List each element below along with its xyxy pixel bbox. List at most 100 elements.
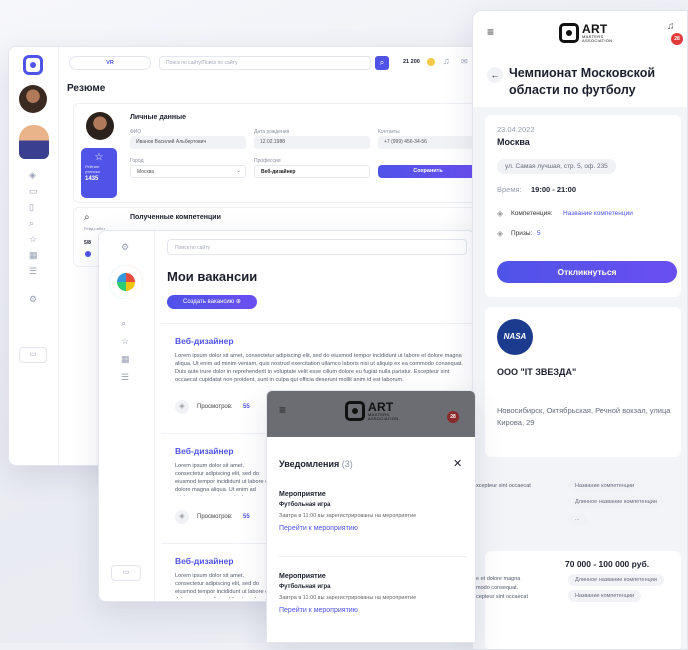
competence-chip: Название компетенции <box>568 480 642 492</box>
settings-icon[interactable]: ⚙ <box>29 295 37 304</box>
notification-link[interactable]: Перейти к мероприятию <box>279 607 467 614</box>
event-time: 19:00 - 21:00 <box>531 185 577 194</box>
personal-data-heading: Личные данные <box>130 114 186 121</box>
city-select[interactable]: Москва <box>130 165 246 178</box>
calendar-icon[interactable]: ▦ <box>121 355 130 364</box>
mail-icon[interactable]: ✉ <box>461 57 468 66</box>
competence-chip: Длинное название компетенции <box>568 496 664 508</box>
company-logo <box>109 265 143 299</box>
cards-icon[interactable]: ▭ <box>29 187 38 196</box>
fio-field[interactable]: Иванов Василий Альбертович <box>130 136 246 149</box>
notification-desc: Завтра в 11:00 вы зарегистрированы на ме… <box>279 513 417 519</box>
vacancy-text: Lorem ipsum dolor sit amet, consectetur … <box>175 573 270 598</box>
competence-label: Компетенция: <box>511 210 553 217</box>
app-logo-icon[interactable] <box>23 55 43 75</box>
chevron-down-icon: ⌄ <box>236 168 242 174</box>
profession-label: Профессия <box>254 158 281 164</box>
vacancy-title[interactable]: Веб-дизайнер <box>175 336 234 346</box>
graduation-icon: ◈ <box>175 510 189 524</box>
save-button[interactable]: Сохранить <box>378 165 478 178</box>
search-doc-icon[interactable]: ⌕ <box>29 219 34 228</box>
notification-type: Мероприятие <box>279 573 326 580</box>
views-label: Просмотров: <box>197 514 233 520</box>
notification-name: Футбольная игра <box>279 502 331 508</box>
search-input[interactable]: Поиск по сайту/Поиск по сайту <box>159 56 371 70</box>
notification-badge: 28 <box>671 33 683 45</box>
event-title-card: ← Чемпионат Московской области по футбол… <box>473 55 687 107</box>
search-button[interactable]: ⌕ <box>375 56 389 70</box>
event-time-label: Время: <box>497 185 522 194</box>
fio-label: ФИО <box>130 129 142 135</box>
vacancy-text: Lorem ipsum dolor sit amet, consectetur … <box>175 353 463 383</box>
competence-chip: ... <box>568 513 587 525</box>
graduation-icon[interactable]: ◈ <box>29 171 36 180</box>
chat-button[interactable]: ▭ <box>19 347 47 363</box>
rating-card: ☆ Рейтинг ученика 1435 <box>81 148 117 198</box>
event-mobile-window: ≡ ART MASTERS ASSOCIATION ♫ 28 ← Чемпионат… <box>472 10 688 650</box>
contacts-field[interactable]: +7 (999) 456-34-56 <box>378 136 478 149</box>
notification-link[interactable]: Перейти к мероприятию <box>279 525 467 532</box>
contacts-label: Контакты <box>378 129 400 135</box>
resume-sidebar: ◈ ▭ ▯ ⌕ ☆ ▦ ☰ ⚙ ▭ <box>9 47 59 465</box>
chat-button[interactable]: ▭ <box>111 565 141 581</box>
profession-field[interactable]: Веб-дизайнер <box>254 165 370 178</box>
create-vacancy-button[interactable]: Создать вакансию ⊕ <box>167 295 257 309</box>
vacancy-text: Lorem ipsum dolor sit amet, consectetur … <box>175 463 270 496</box>
event-city: Москва <box>497 137 530 147</box>
calendar-icon[interactable]: ▦ <box>29 251 38 260</box>
notification-name: Футбольная игра <box>279 584 331 590</box>
list-icon[interactable]: ☰ <box>121 373 129 382</box>
notification-badge: 28 <box>447 411 459 423</box>
bell-icon[interactable]: ♫ <box>667 21 675 32</box>
company-name: ООО "IT ЗВЕЗДА" <box>497 367 577 377</box>
company-logo: NASA <box>497 319 533 355</box>
vacancy-title[interactable]: Веб-дизайнер <box>175 556 234 566</box>
role-pill[interactable]: VR <box>69 56 151 70</box>
dob-field[interactable]: 12.02.1988 <box>254 136 370 149</box>
notification-type: Мероприятие <box>279 491 326 498</box>
notifications-title: Уведомления (3) <box>279 459 353 469</box>
list-icon[interactable]: ☰ <box>29 267 37 276</box>
notifications-title-text: Уведомления <box>279 459 340 469</box>
art-masters-logo[interactable]: ART MASTERS ASSOCIATION <box>559 23 612 43</box>
logo-tag: ASSOCIATION <box>368 415 399 421</box>
document-icon[interactable]: ▯ <box>29 203 34 212</box>
search-input[interactable]: Поиск по сайту <box>167 239 467 255</box>
close-icon[interactable]: ✕ <box>453 457 462 470</box>
star-icon[interactable]: ☆ <box>121 337 129 346</box>
mobile-header: ≡ ART MASTERS ASSOCIATION ♫ 28 <box>473 11 687 55</box>
trophy-icon: ◈ <box>497 229 504 238</box>
graduation-icon: ◈ <box>497 209 504 218</box>
art-masters-logo[interactable]: ART MASTERS ASSOCIATION <box>345 401 398 421</box>
vacancy-title[interactable]: Веб-дизайнер <box>175 446 234 456</box>
competence-link[interactable]: Название компетенции <box>563 210 633 217</box>
works-value: 5/8 <box>84 240 91 246</box>
search-doc-icon: ⌕ <box>84 212 90 223</box>
views-count: 55 <box>243 514 250 520</box>
settings-icon[interactable]: ⚙ <box>121 243 129 252</box>
rating-label: Рейтинг ученика <box>85 164 100 174</box>
logo-main: ART <box>368 399 394 414</box>
event-title: Чемпионат Московской области по футболу <box>509 66 656 97</box>
avatar[interactable] <box>19 85 47 113</box>
star-icon[interactable]: ☆ <box>29 235 37 244</box>
page-title: Мои вакансии <box>167 269 258 284</box>
excerpt-text: xcepteur sint occaecat <box>476 483 531 489</box>
views-label: Просмотров: <box>197 404 233 410</box>
city-label: Город <box>130 158 144 164</box>
rating-star-icon: ☆ <box>94 152 104 163</box>
respond-button[interactable]: Откликнуться <box>497 261 677 283</box>
notification-item: Мероприятие Футбольная игра Завтра в 11:… <box>279 573 467 639</box>
back-arrow-icon[interactable]: ← <box>487 67 503 83</box>
menu-icon[interactable]: ≡ <box>487 25 494 39</box>
bell-icon[interactable]: ♫ <box>443 56 450 66</box>
coin-icon <box>427 58 435 66</box>
menu-icon[interactable]: ≡ <box>279 403 286 417</box>
points-counter: 21 200 <box>403 59 420 65</box>
search-doc-icon[interactable]: ⌕ <box>121 319 126 328</box>
rating-value: 1435 <box>85 176 99 182</box>
salary-value: 70 000 - 100 000 руб. <box>565 559 650 569</box>
competence-chip: Длинное название компетенции <box>568 574 664 586</box>
event-date: 23.04.2022 <box>497 125 535 134</box>
competences-heading: Полученные компетенции <box>130 214 221 221</box>
